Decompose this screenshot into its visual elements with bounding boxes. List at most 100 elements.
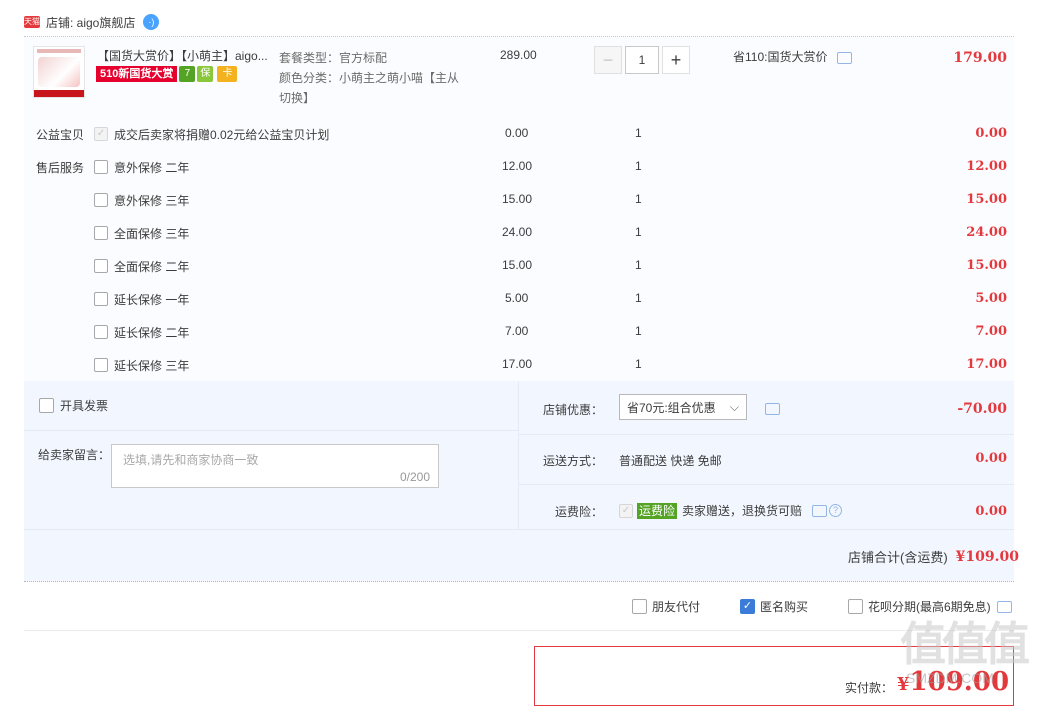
service-total: 15.00 — [966, 192, 1007, 207]
service-qty: 1 — [635, 258, 642, 272]
services-label: 售后服务 — [36, 161, 85, 175]
service-checkbox[interactable] — [94, 358, 108, 372]
guarantee-icon[interactable]: 保 — [197, 66, 214, 82]
discount-amount: -70.00 — [957, 401, 1007, 417]
charity-total: 0.00 — [975, 126, 1007, 141]
anonymous-checkbox[interactable]: ✓ — [740, 599, 755, 614]
service-row[interactable]: 延长保修 三年 — [94, 356, 189, 374]
discount-label: 店铺优惠： — [543, 403, 604, 417]
service-total: 5.00 — [975, 291, 1007, 306]
chevron-down-icon: ⌵ — [729, 399, 739, 414]
service-name: 意外保修 二年 — [114, 160, 190, 175]
message-input[interactable]: 选填,请先和商家协商一致 0/200 — [111, 444, 439, 488]
decrease-button[interactable]: − — [594, 46, 622, 74]
charity-checkbox: ✓ — [94, 127, 108, 141]
shipping-method: 普通配送 快递 免邮 — [619, 454, 722, 468]
service-checkbox[interactable] — [94, 292, 108, 306]
product-title-link[interactable]: 【国货大赏价】【小萌主】aigo... — [97, 47, 268, 64]
friend-pay-checkbox[interactable] — [632, 599, 647, 614]
service-row[interactable]: 意外保修 三年 — [94, 191, 189, 209]
sku-color-cont: 切换】 — [279, 91, 316, 105]
shop-header: 天猫 店铺: aigo旗舰店 ·) — [24, 12, 160, 32]
promo-banner: 510新国货大赏 — [96, 66, 178, 82]
store-total-label: 店铺合计(含运费) — [848, 550, 948, 565]
insurance-desc: 卖家赠送，退换货可赔 — [682, 504, 803, 518]
service-name: 延长保修 一年 — [114, 292, 190, 307]
anonymous-label: 匿名购买 — [760, 600, 809, 614]
friend-pay-option[interactable]: 朋友代付 — [632, 598, 700, 615]
charity-row: ✓ 成交后卖家将捐赠0.02元给公益宝贝计划 — [94, 125, 329, 143]
discount-select[interactable]: 省70元:组合优惠 ⌵ — [619, 394, 747, 420]
service-price: 15.00 — [502, 192, 533, 206]
service-total: 24.00 — [966, 225, 1007, 240]
promo-badges: 510新国货大赏 7 保 卡 — [96, 66, 238, 82]
divider — [24, 430, 518, 431]
friend-pay-label: 朋友代付 — [652, 600, 701, 614]
store-total-amount: ¥109.00 — [955, 548, 1019, 565]
service-price: 12.00 — [502, 159, 533, 173]
charity-price: 0.00 — [505, 126, 529, 140]
comment-icon[interactable] — [812, 504, 828, 517]
service-row[interactable]: 延长保修 二年 — [94, 323, 189, 341]
help-icon[interactable]: ? — [829, 504, 843, 517]
service-qty: 1 — [635, 225, 642, 239]
product-thumbnail[interactable] — [33, 46, 85, 98]
sku-info: 套餐类型：官方标配 颜色分类：小萌主之萌小喵【主从 切换】 — [279, 48, 459, 108]
service-qty: 1 — [635, 357, 642, 371]
divider — [519, 484, 1014, 485]
divider — [519, 434, 1014, 435]
service-row[interactable]: 全面保修 三年 — [94, 224, 189, 242]
service-name: 全面保修 三年 — [114, 226, 190, 241]
anonymous-option[interactable]: ✓ 匿名购买 — [740, 598, 808, 615]
credit-card-icon[interactable]: 卡 — [217, 66, 238, 82]
shop-name-link[interactable]: 店铺: aigo旗舰店 — [46, 14, 135, 31]
insurance-amount: 0.00 — [975, 504, 1007, 519]
shipping-amount: 0.00 — [975, 451, 1007, 466]
discount-selected: 省70元:组合优惠 — [627, 400, 716, 415]
seven-day-return-icon[interactable]: 7 — [179, 66, 196, 82]
watermark-text: SMZDM.COM — [906, 670, 994, 686]
tmall-icon: 天猫 — [24, 16, 40, 28]
huabei-checkbox[interactable] — [848, 599, 863, 614]
promotion-label: 省110:国货大赏价 — [733, 50, 828, 64]
service-qty: 1 — [635, 159, 642, 173]
divider — [24, 630, 1014, 631]
service-name: 延长保修 二年 — [114, 325, 190, 340]
charity-label: 公益宝贝 — [36, 128, 85, 142]
service-checkbox[interactable] — [94, 226, 108, 240]
invoice-label: 开具发票 — [60, 399, 109, 413]
insurance-checkbox: ✓ — [619, 503, 633, 518]
quantity-input[interactable]: 1 — [625, 46, 659, 74]
service-checkbox[interactable] — [94, 325, 108, 339]
service-total: 15.00 — [966, 258, 1007, 273]
service-price: 24.00 — [502, 225, 533, 239]
service-total: 7.00 — [975, 324, 1007, 339]
service-name: 全面保修 二年 — [114, 259, 190, 274]
invoice-option[interactable]: 开具发票 — [39, 397, 108, 414]
service-row[interactable]: 意外保修 二年 — [94, 158, 189, 176]
comment-icon[interactable] — [765, 403, 780, 415]
service-price: 5.00 — [505, 291, 529, 305]
wangwang-chat-icon[interactable]: ·) — [143, 14, 160, 30]
service-price: 17.00 — [502, 357, 533, 371]
quantity-stepper: − 1 + — [594, 46, 690, 74]
item-promotion: 省110:国货大赏价 — [733, 48, 852, 65]
service-checkbox[interactable] — [94, 259, 108, 273]
service-checkbox[interactable] — [94, 160, 108, 174]
service-row[interactable]: 延长保修 一年 — [94, 290, 189, 308]
message-char-count: 0/200 — [399, 470, 430, 484]
shipping-label: 运送方式： — [543, 454, 604, 468]
service-total: 12.00 — [966, 159, 1007, 174]
service-name: 意外保修 三年 — [114, 193, 190, 208]
service-row[interactable]: 全面保修 二年 — [94, 257, 189, 275]
insurance-label: 运费险： — [555, 505, 604, 519]
store-total: 店铺合计(含运费) ¥109.00 — [848, 547, 1019, 566]
service-checkbox[interactable] — [94, 193, 108, 207]
increase-button[interactable]: + — [662, 46, 690, 74]
sku-color: 颜色分类：小萌主之萌小喵【主从 — [279, 71, 460, 85]
comment-icon[interactable] — [836, 51, 852, 64]
divider — [24, 581, 1014, 582]
invoice-checkbox[interactable] — [39, 398, 54, 413]
insurance-badge: 运费险 — [637, 502, 678, 519]
payment-label: 实付款： — [845, 681, 894, 695]
